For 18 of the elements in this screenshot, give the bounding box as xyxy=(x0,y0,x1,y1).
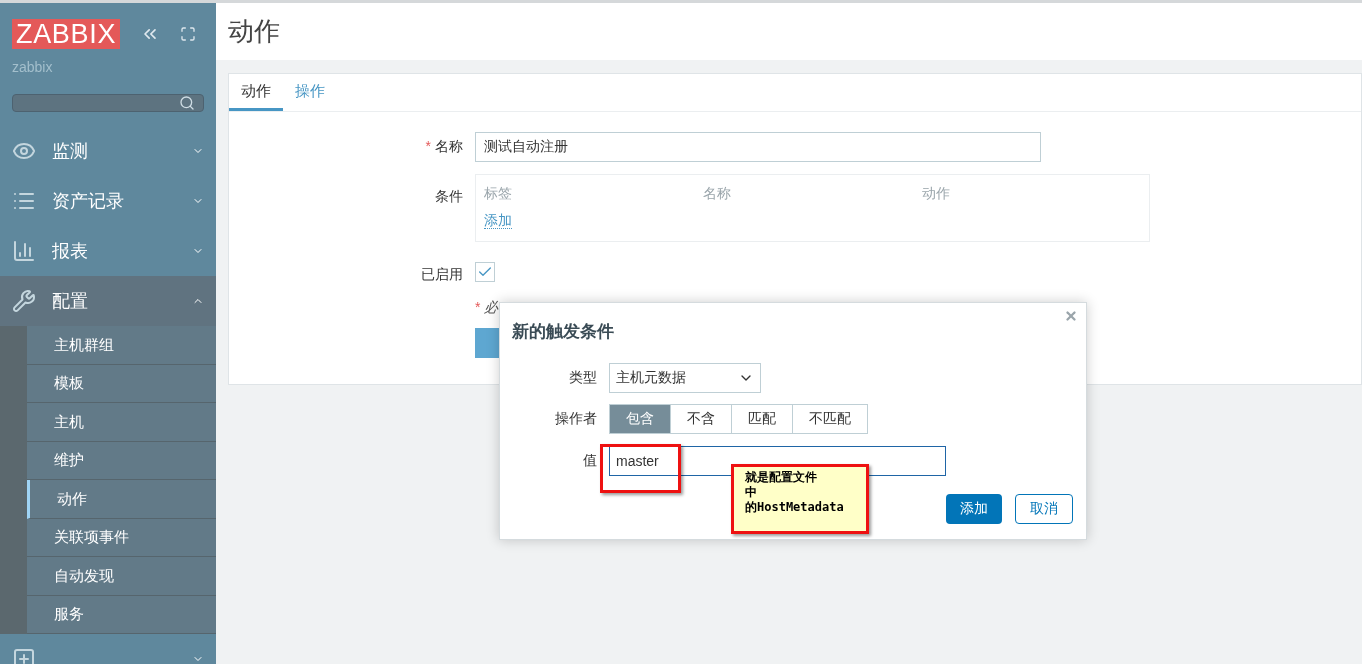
column-header: 名称 xyxy=(703,184,732,203)
required-asterisk: * xyxy=(425,137,431,156)
field-label: 条件 xyxy=(435,187,463,206)
field-label: 类型 xyxy=(568,368,597,387)
field-label: 操作者 xyxy=(554,409,597,428)
annotation-text: 的HostMetadata xyxy=(745,500,845,515)
field-label: 名称 xyxy=(435,137,463,156)
field-label: 已启用 xyxy=(421,265,463,284)
column-header: 标签 xyxy=(484,184,513,203)
required-asterisk: * xyxy=(475,298,481,317)
annotation-text: 中 xyxy=(745,485,758,500)
dialog-title: 新的触发条件 xyxy=(512,321,615,343)
column-header: 动作 xyxy=(922,184,951,203)
required-note: 必 xyxy=(484,298,499,317)
field-label: 值 xyxy=(583,451,597,470)
page-title: 动作 xyxy=(228,15,280,48)
username: zabbix xyxy=(12,58,54,77)
logo: ZABBIX xyxy=(12,19,121,49)
